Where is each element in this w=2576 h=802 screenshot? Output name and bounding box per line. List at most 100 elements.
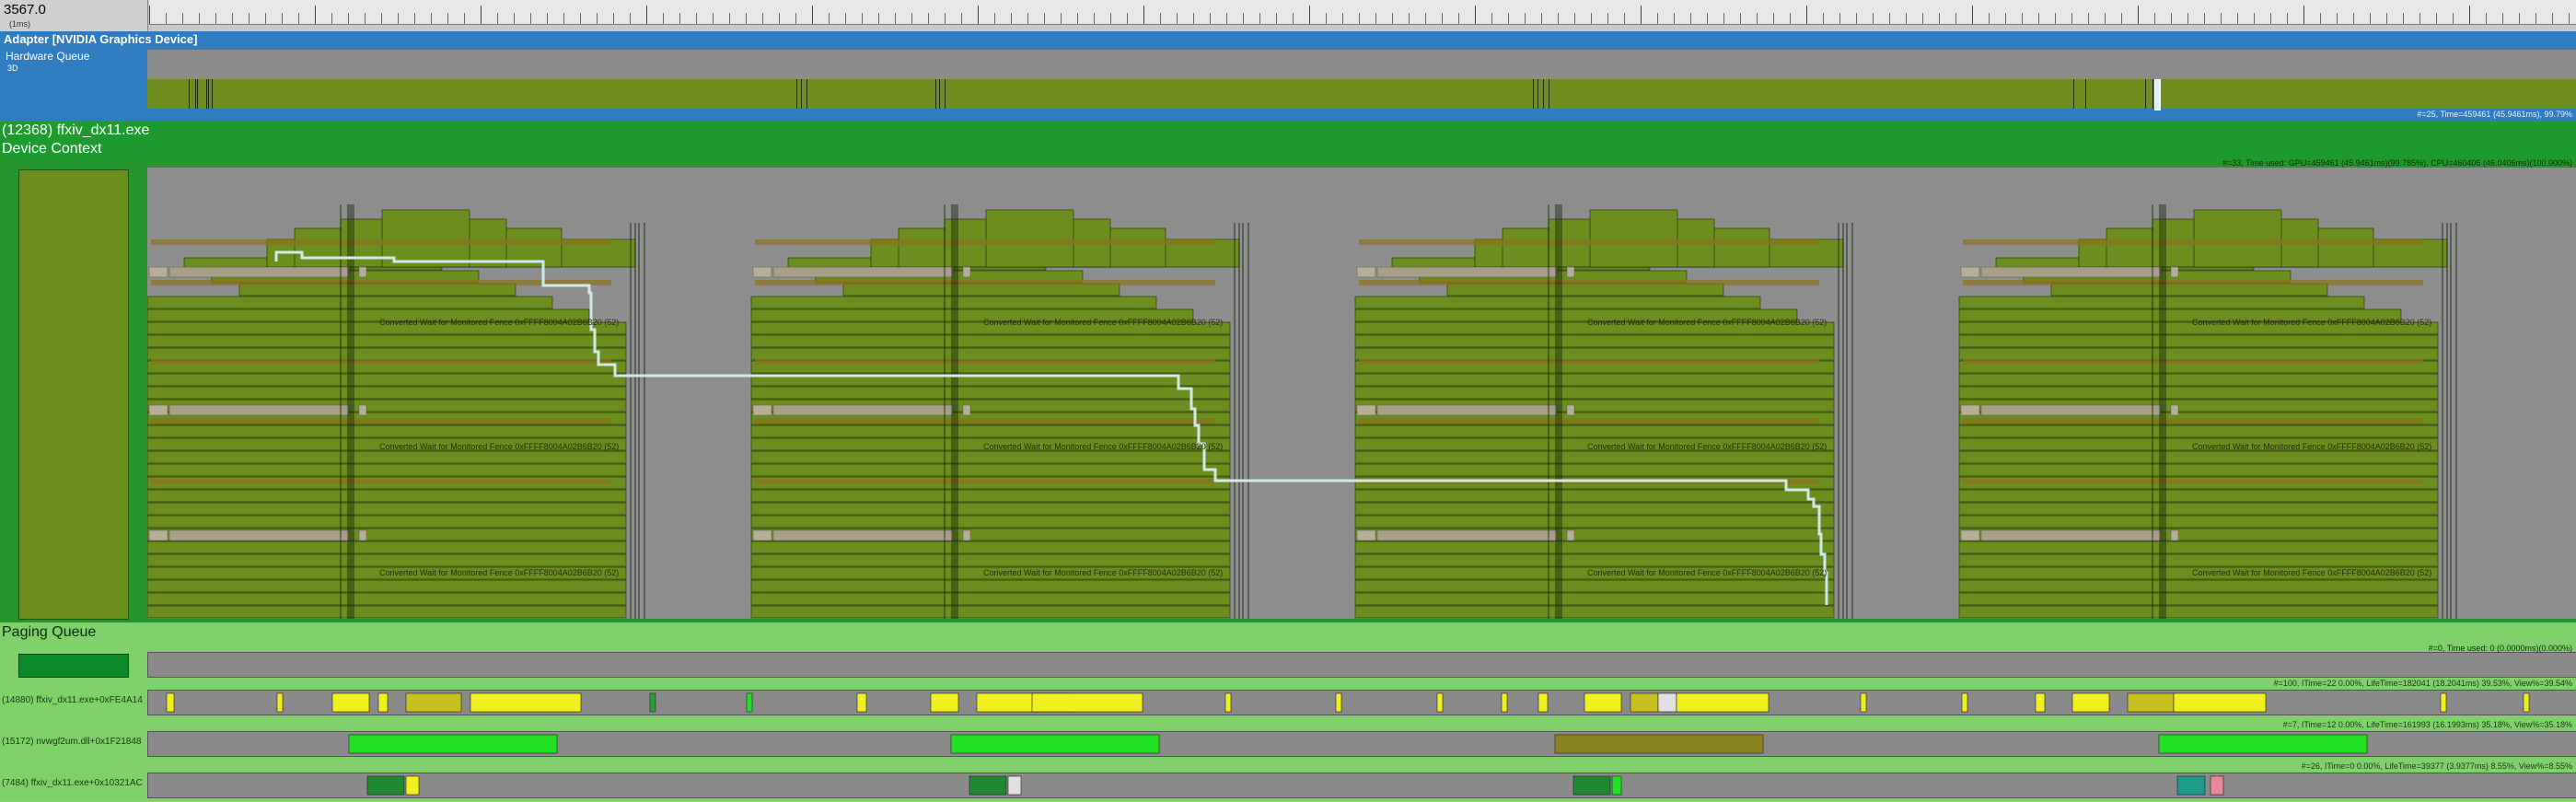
context-packet [147, 386, 627, 400]
thread-event [1630, 692, 1659, 713]
ruler-tick [1607, 13, 1608, 24]
ruler-tick [2453, 13, 2454, 24]
ruler-tick [1409, 13, 1410, 24]
ruler-tick [265, 13, 266, 24]
packet-divider [208, 79, 209, 109]
ruler-tick [878, 13, 879, 24]
thread-event [746, 692, 753, 713]
context-packet [1354, 515, 1835, 529]
thread-event [348, 734, 558, 754]
context-packet [1354, 424, 1835, 438]
thread-event [2071, 692, 2110, 713]
ruler-tick [663, 13, 664, 24]
wait-packet [752, 404, 772, 416]
device-context-packets[interactable] [147, 168, 2576, 619]
wait-packet [358, 404, 367, 416]
device-context-thumbnail[interactable] [18, 169, 129, 620]
thread-events[interactable] [148, 732, 2576, 756]
adapter-header[interactable]: Adapter [NVIDIA Graphics Device] [0, 31, 2576, 48]
paging-queue-track[interactable] [147, 652, 2576, 678]
ruler-tick [514, 13, 515, 24]
ruler-tick [1723, 13, 1724, 24]
ruler-tick [2436, 13, 2437, 24]
highlighted-packet[interactable] [2154, 79, 2161, 110]
thread-track-7484[interactable] [147, 773, 2576, 798]
context-packet [1354, 502, 1835, 516]
hardware-queue-lane[interactable] [147, 79, 2576, 110]
process-header[interactable]: (12368) ffxiv_dx11.exe Device Context [0, 122, 2576, 160]
wait-packet [752, 529, 772, 541]
packet-label: Converted Wait for Monitored Fence 0xFFF… [983, 318, 1224, 327]
ruler-tick [1740, 13, 1741, 24]
ruler-tick [215, 13, 216, 24]
context-packet [147, 592, 627, 606]
thread-event [1224, 692, 1232, 713]
ruler-tick [2370, 13, 2371, 24]
thread-track-14880[interactable] [147, 690, 2576, 715]
ruler-tick [1475, 6, 1476, 24]
thread-event [1031, 692, 1143, 713]
ruler-tick [1922, 13, 1923, 24]
ruler-tick [199, 13, 200, 24]
packet-label: Converted Wait for Monitored Fence 0xFFF… [2192, 318, 2432, 327]
thread-label: (15172) nvwgf2um.dll+0x1F21848 [2, 737, 142, 747]
wait-packet [752, 266, 772, 278]
packet-divider [1533, 79, 1534, 109]
ruler-tick [2187, 13, 2188, 24]
packet-label: Converted Wait for Monitored Fence 0xFFF… [379, 442, 620, 451]
ruler-tick [1790, 13, 1791, 24]
thread-event [969, 775, 1007, 796]
wait-packet [1566, 266, 1575, 278]
packet-label: Converted Wait for Monitored Fence 0xFFF… [1587, 442, 1828, 451]
ruler-tick [1342, 13, 1343, 24]
ruler-tick [1177, 13, 1178, 24]
context-packet [1958, 386, 2439, 400]
wait-packet [1566, 529, 1575, 541]
wait-packet [962, 266, 971, 278]
thread-event [2158, 734, 2368, 754]
ruler-tick [2419, 13, 2420, 24]
ruler-tick [1839, 13, 1840, 24]
thread-events[interactable] [148, 691, 2576, 715]
ruler-tick [2221, 13, 2222, 24]
ruler-ticks[interactable] [149, 0, 2576, 25]
time-unit: (1ms) [9, 19, 30, 29]
context-packet [1958, 450, 2439, 464]
ruler-tick [1889, 13, 1890, 24]
packet-divider [801, 79, 802, 109]
context-packet [1958, 515, 2439, 529]
hardware-queue-sub: 3D [7, 64, 18, 73]
ruler-tick [2337, 13, 2338, 24]
ruler-tick [862, 13, 863, 24]
thread-event [366, 775, 405, 796]
ruler-tick [1243, 13, 1244, 24]
paging-thumbnail[interactable] [18, 654, 129, 678]
wait-packet [2170, 529, 2179, 541]
wait-packet [1960, 404, 1980, 416]
context-packet [1354, 463, 1835, 477]
ruler-tick [2171, 13, 2172, 24]
brown-packet [1963, 479, 2423, 484]
wait-packet [1980, 404, 2162, 416]
ruler-tick [2552, 13, 2553, 24]
ruler-tick [2519, 13, 2520, 24]
ruler-tick [1210, 13, 1211, 24]
packet-divider [2152, 79, 2153, 109]
ruler-tick [2022, 13, 2023, 24]
brown-packet [151, 418, 611, 424]
thread-events[interactable] [148, 773, 2576, 797]
ruler-tick [331, 13, 332, 24]
ruler-tick [580, 13, 581, 24]
packet-label: Converted Wait for Monitored Fence 0xFFF… [2192, 568, 2432, 577]
ruler-tick [1657, 13, 1658, 24]
packet-divider [195, 79, 196, 109]
context-packet [1354, 579, 1835, 593]
packet-divider [2073, 79, 2074, 109]
device-context-track[interactable] [147, 168, 2576, 619]
ruler-tick [315, 6, 316, 24]
wait-packet [168, 404, 350, 416]
thread-track-15172[interactable] [147, 731, 2576, 757]
context-packet [1354, 605, 1835, 619]
context-packet [750, 592, 1231, 606]
ruler-tick [1823, 13, 1824, 24]
